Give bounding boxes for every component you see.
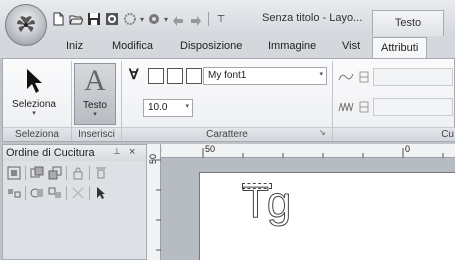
font-size-select[interactable]: 10.0 ▾ <box>143 99 193 117</box>
quick-access-toolbar: ▾ ▾ ⊤ <box>50 9 229 29</box>
zigzag-icon[interactable] <box>337 99 355 115</box>
ruler-ticks <box>202 148 444 158</box>
close-icon[interactable]: × <box>129 146 135 158</box>
text-button[interactable]: A Testo ▾ <box>74 63 116 125</box>
attribute-field-1[interactable] <box>373 68 453 86</box>
stitch-icon[interactable] <box>104 10 120 28</box>
attribute-field-2[interactable] <box>373 98 453 116</box>
wave-icon[interactable] <box>337 69 355 85</box>
toolbar-separator <box>66 186 67 200</box>
group-label-select: Seleziona <box>3 127 71 141</box>
font-style-row: Ɐ <box>129 67 202 84</box>
chevron-down-icon: ▾ <box>319 71 323 78</box>
font-type-icon[interactable]: Ɐ <box>129 67 145 84</box>
tab-immagine[interactable]: Immagine <box>268 40 316 58</box>
cut-icon[interactable] <box>70 185 86 201</box>
customize-icon[interactable]: ⊤ <box>213 10 229 28</box>
color-sort-icon[interactable] <box>6 185 22 201</box>
undo-icon[interactable] <box>170 10 186 28</box>
group-icon[interactable] <box>29 185 45 201</box>
select-button[interactable]: Seleziona ▾ <box>6 63 62 125</box>
toolbar-separator <box>25 166 26 180</box>
toolbar-separator <box>66 166 67 180</box>
save-icon[interactable] <box>86 10 102 28</box>
group-label-chars: Carattere <box>122 127 332 141</box>
tab-attributi[interactable]: Attributi <box>372 37 428 59</box>
order-last-icon[interactable] <box>93 165 109 181</box>
toolbar-separator <box>89 166 90 180</box>
vertical-ruler: 50 <box>147 144 161 260</box>
sewing-order-panel: Ordine di Cucitura ⊥ × <box>2 144 147 260</box>
ungroup-icon[interactable] <box>47 185 63 201</box>
ribbon: Seleziona ▾ A Testo ▾ Ɐ My font1 ▾ 10.0 … <box>2 58 455 142</box>
lock-icon[interactable] <box>70 165 86 181</box>
selection-handle[interactable] <box>242 183 272 189</box>
font-style-box-3[interactable] <box>186 67 202 84</box>
window-title: Senza titolo - Layo... <box>262 12 363 24</box>
new-icon[interactable] <box>50 10 66 28</box>
context-tab-header: Testo <box>372 10 444 36</box>
text-a-icon: A <box>84 64 106 97</box>
chevron-down-icon: ▾ <box>185 103 189 110</box>
title-bar: ▾ ▾ ⊤ Senza titolo - Layo... Testo <box>0 0 455 36</box>
panel-header: Ordine di Cucitura ⊥ × <box>3 145 146 161</box>
toolbar-separator <box>208 12 210 26</box>
horizontal-ruler: mm 50 0 <box>148 144 455 158</box>
color-icon[interactable] <box>122 10 138 28</box>
select-arrow-icon <box>6 63 62 95</box>
panel-title: Ordine di Cucitura <box>6 147 95 159</box>
app-menu-icon[interactable] <box>5 4 47 46</box>
design-page[interactable]: Tg <box>199 172 455 260</box>
dim-width-icon <box>355 69 373 85</box>
redo-icon[interactable] <box>188 10 204 28</box>
order-first-icon[interactable] <box>6 165 22 181</box>
toolbar-separator <box>25 186 26 200</box>
group-label-partial: Cu <box>333 127 455 141</box>
order-forward-icon[interactable] <box>29 165 45 181</box>
tab-iniz[interactable]: Iniz <box>66 40 83 58</box>
pin-icon[interactable]: ⊥ <box>113 146 121 157</box>
send-icon[interactable] <box>146 10 162 28</box>
font-name-select[interactable]: My font1 ▾ <box>203 67 327 85</box>
order-backward-icon[interactable] <box>47 165 63 181</box>
tab-modifica[interactable]: Modifica <box>112 40 153 58</box>
group-label-insert: Inserisci <box>72 127 121 141</box>
dialog-launcher-icon[interactable]: ↘ <box>319 129 328 138</box>
tab-vist[interactable]: Vist <box>342 40 360 58</box>
dim-height-icon <box>355 99 373 115</box>
font-style-box-2[interactable] <box>167 67 183 84</box>
open-icon[interactable] <box>68 10 84 28</box>
tab-disposizione[interactable]: Disposizione <box>180 40 242 58</box>
font-style-box-1[interactable] <box>148 67 164 84</box>
pointer-icon[interactable] <box>93 185 109 201</box>
ribbon-tab-row: Iniz Modifica Disposizione Immagine Vist… <box>0 36 455 59</box>
toolbar-separator <box>89 186 90 200</box>
